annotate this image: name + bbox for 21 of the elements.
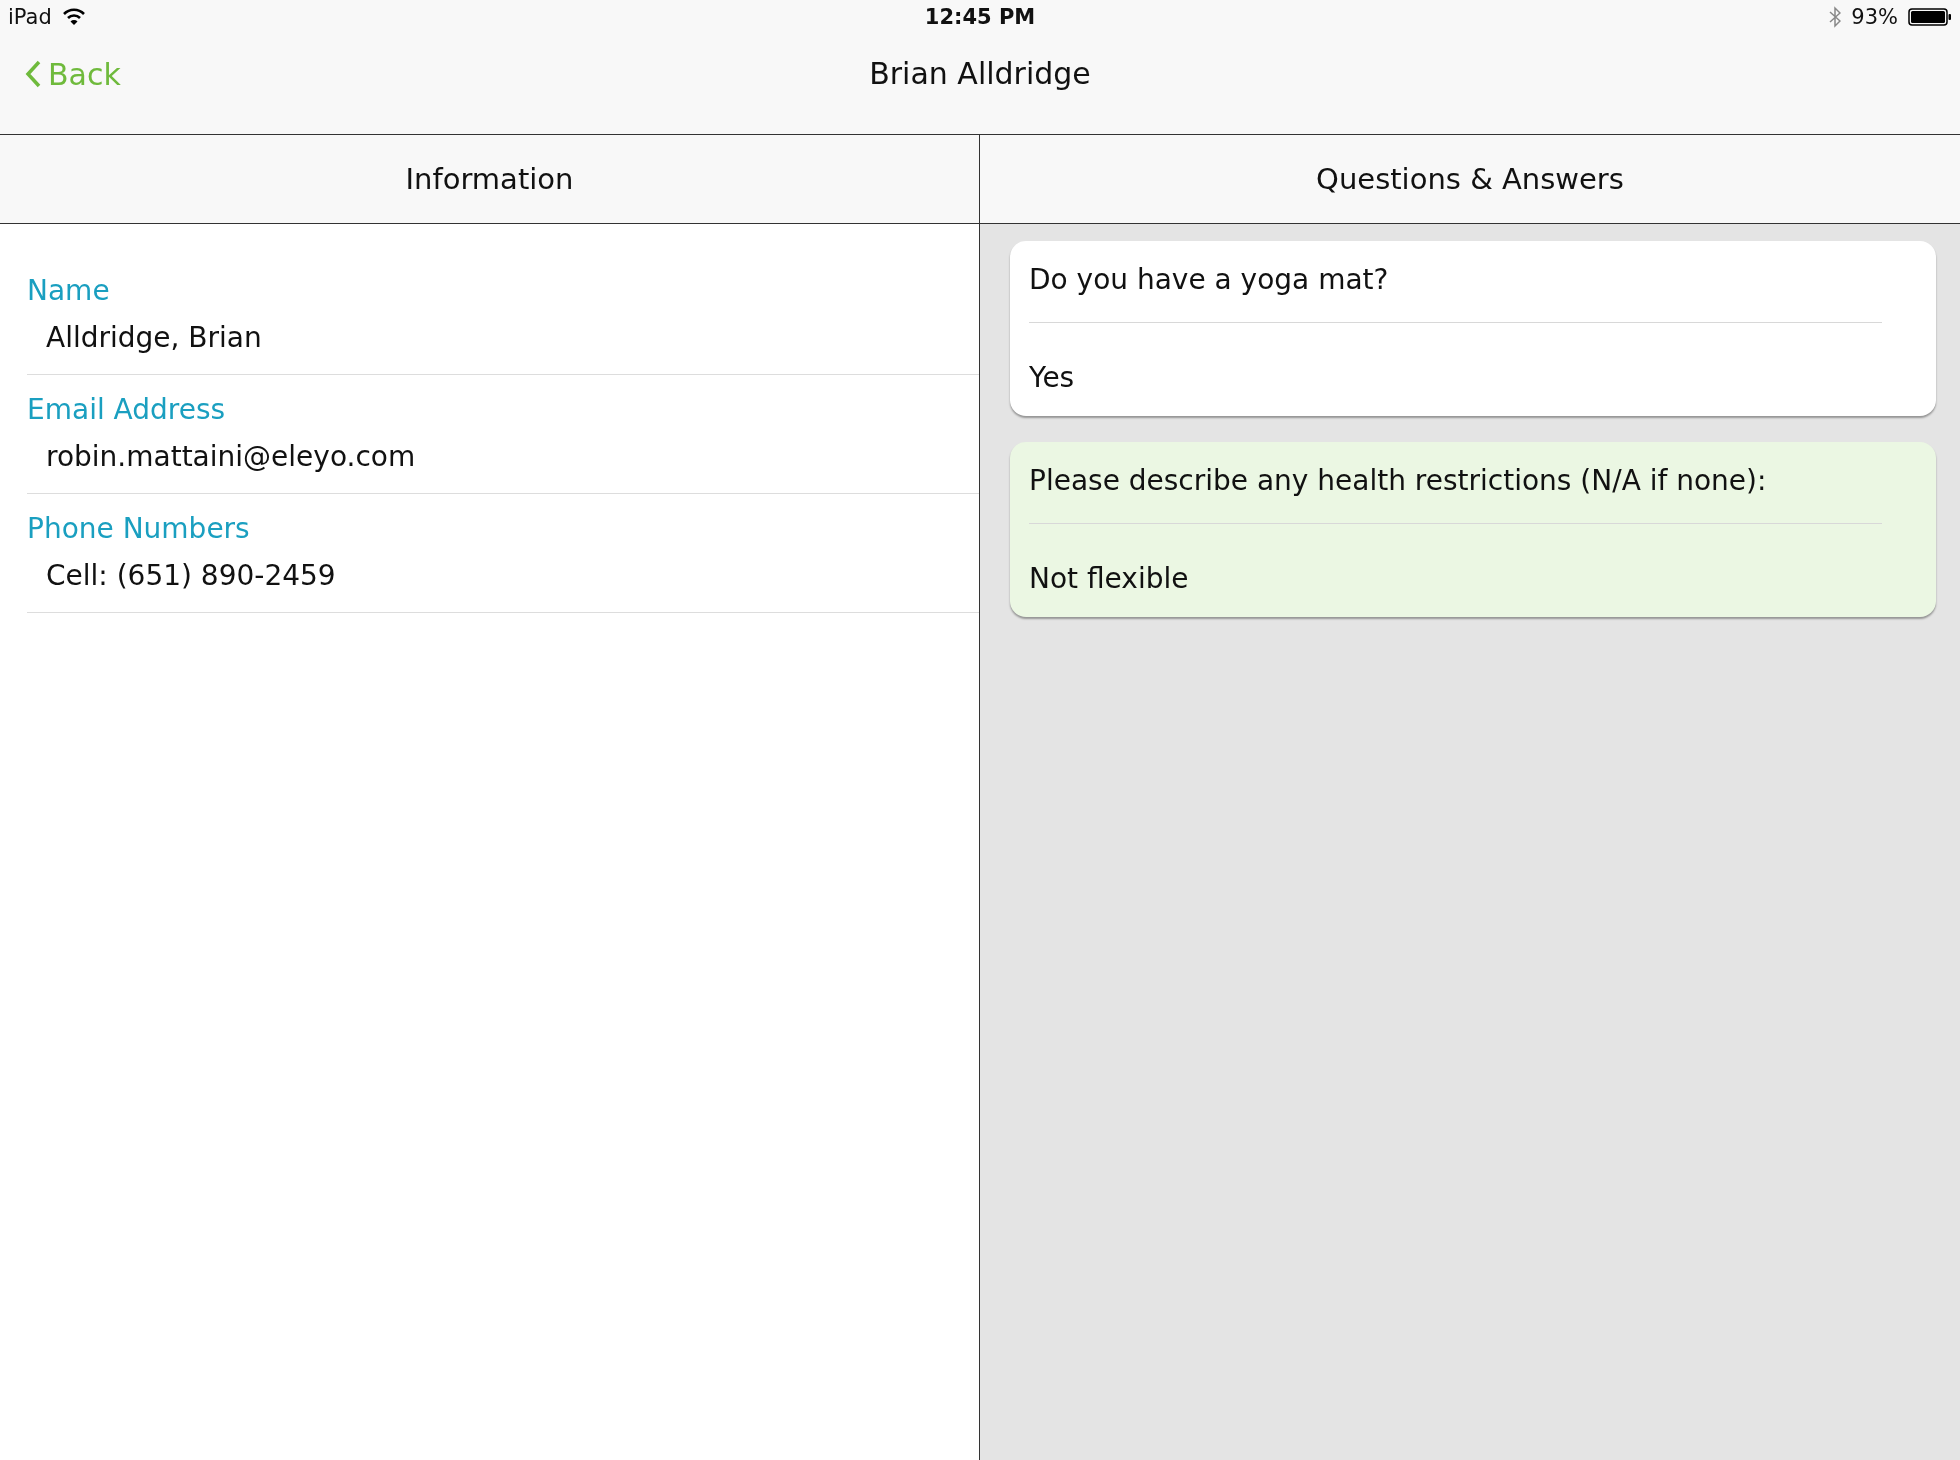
device-name: iPad <box>8 5 52 29</box>
wifi-icon <box>61 8 86 26</box>
battery-percent: 93% <box>1851 5 1898 29</box>
panel-header: Information <box>0 135 979 224</box>
bluetooth-icon <box>1829 6 1842 28</box>
field-value: Cell: (651) 890-2459 <box>45 559 337 592</box>
field-label: Phone Numbers <box>27 512 251 545</box>
chevron-left-icon <box>24 59 42 89</box>
panel-header: Questions & Answers <box>980 135 1960 224</box>
field-label: Name <box>27 274 111 307</box>
battery-icon <box>1908 8 1952 26</box>
status-time: 12:45 PM <box>924 5 1036 29</box>
question-text: Do you have a yoga mat? <box>1029 241 1882 323</box>
field-value: robin.mattaini@eleyo.com <box>45 440 417 473</box>
back-button[interactable]: Back <box>20 52 125 96</box>
field-value: Alldridge, Brian <box>45 321 263 354</box>
answer-text: Not flexible <box>1029 561 1190 597</box>
question-text: Please describe any health restrictions (N/A if none): <box>1029 442 1882 524</box>
screen-title: Brian Alldridge <box>869 56 1091 91</box>
answer-text: Yes <box>1029 360 1076 396</box>
field-label: Email Address <box>27 393 227 426</box>
